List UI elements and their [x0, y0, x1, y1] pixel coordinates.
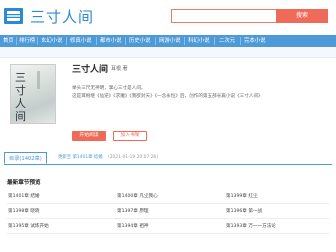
- search-input[interactable]: [172, 18, 282, 30]
- intro-line: 这是耳根继《仙逆》《求魔》《我欲封天》《一念永恒》后，创作的第五部长篇小说《三寸…: [72, 94, 263, 99]
- catalog-tab-bar: [4, 152, 332, 165]
- tab-catalog[interactable]: 目录(1402章): [4, 152, 47, 164]
- logo-icon[interactable]: [4, 8, 23, 24]
- chapter-link[interactable]: 第1399章 红尘: [226, 193, 258, 201]
- nav-divider: [37, 37, 38, 45]
- book-intro: 举头三尺无神明，掌心三寸是人间。 这是耳根继《仙逆》《求魔》《我欲封天》《一念永…: [72, 85, 332, 101]
- chapter-link[interactable]: 第1393章 万一一方法论: [226, 223, 276, 231]
- chapter-link[interactable]: 第1395章 试炼开始: [8, 223, 49, 231]
- nav-item-xiuzhen[interactable]: 修真小说: [70, 35, 92, 47]
- chapter-row-divider: [7, 233, 329, 234]
- nav-item-dushi[interactable]: 都市小说: [100, 35, 122, 47]
- book-author[interactable]: 耳根 著: [111, 65, 128, 72]
- book-title: 三寸人间: [72, 65, 109, 75]
- breadcrumb-bar: [0, 47, 336, 58]
- nav-item-home[interactable]: 首页: [3, 35, 14, 47]
- nav-divider: [125, 37, 126, 45]
- nav-divider: [184, 37, 185, 45]
- update-timestamp: (2021-01-19 20:07:26): [108, 155, 159, 160]
- nav-item-kehuan[interactable]: 科幻小说: [188, 35, 210, 47]
- add-to-bookshelf-button[interactable]: 加入书架: [113, 131, 147, 141]
- chapter-link[interactable]: 第1397章 原理: [117, 208, 149, 216]
- chapter-link[interactable]: 第1394章 祖神: [117, 223, 149, 231]
- nav-item-lishi[interactable]: 历史小说: [129, 35, 151, 47]
- chapter-link[interactable]: 第1400章 凡尘我心: [117, 193, 158, 201]
- nav-item-wanben[interactable]: 完本小说: [244, 35, 266, 47]
- site-title[interactable]: 三寸人间: [30, 6, 94, 27]
- nav-item-ranking[interactable]: 排行榜: [19, 35, 35, 47]
- nav-item-wangyou[interactable]: 网游小说: [159, 35, 181, 47]
- chapter-link[interactable]: 第1401章 结婚: [8, 193, 40, 201]
- nav-divider: [66, 37, 67, 45]
- intro-line: 举头三尺无神明，掌心三寸是人间。: [72, 86, 146, 91]
- nav-divider: [214, 37, 215, 45]
- start-reading-button[interactable]: 开始阅读: [72, 131, 106, 141]
- cover-author-mark: [37, 71, 40, 89]
- nav-divider: [155, 37, 156, 45]
- chapter-row-divider: [7, 203, 329, 204]
- search-button[interactable]: 搜索: [276, 9, 328, 23]
- chapter-row-divider: [7, 218, 329, 219]
- nav-divider: [96, 37, 97, 45]
- latest-chapters-heading: 最新章节预览: [7, 180, 41, 186]
- book-cover-image[interactable]: 三 寸 人 间: [10, 64, 56, 124]
- nav-item-erciyuan[interactable]: 二次元: [219, 35, 235, 47]
- cover-art-glyph: 间: [15, 110, 26, 123]
- latest-update-link[interactable]: 更新至 第1401章 结婚: [58, 154, 103, 162]
- nav-divider: [240, 37, 241, 45]
- nav-item-xuanhuan[interactable]: 玄幻小说: [41, 35, 63, 47]
- nav-divider: [16, 37, 17, 45]
- chapter-link[interactable]: 第1396章 第一战: [226, 208, 262, 216]
- main-nav: 首页 排行榜 玄幻小说 修真小说 都市小说 历史小说 网游小说 科幻小说 二次元…: [0, 35, 336, 47]
- search-box[interactable]: [171, 9, 282, 30]
- chapter-link[interactable]: 第1398章 晓晓: [8, 208, 40, 216]
